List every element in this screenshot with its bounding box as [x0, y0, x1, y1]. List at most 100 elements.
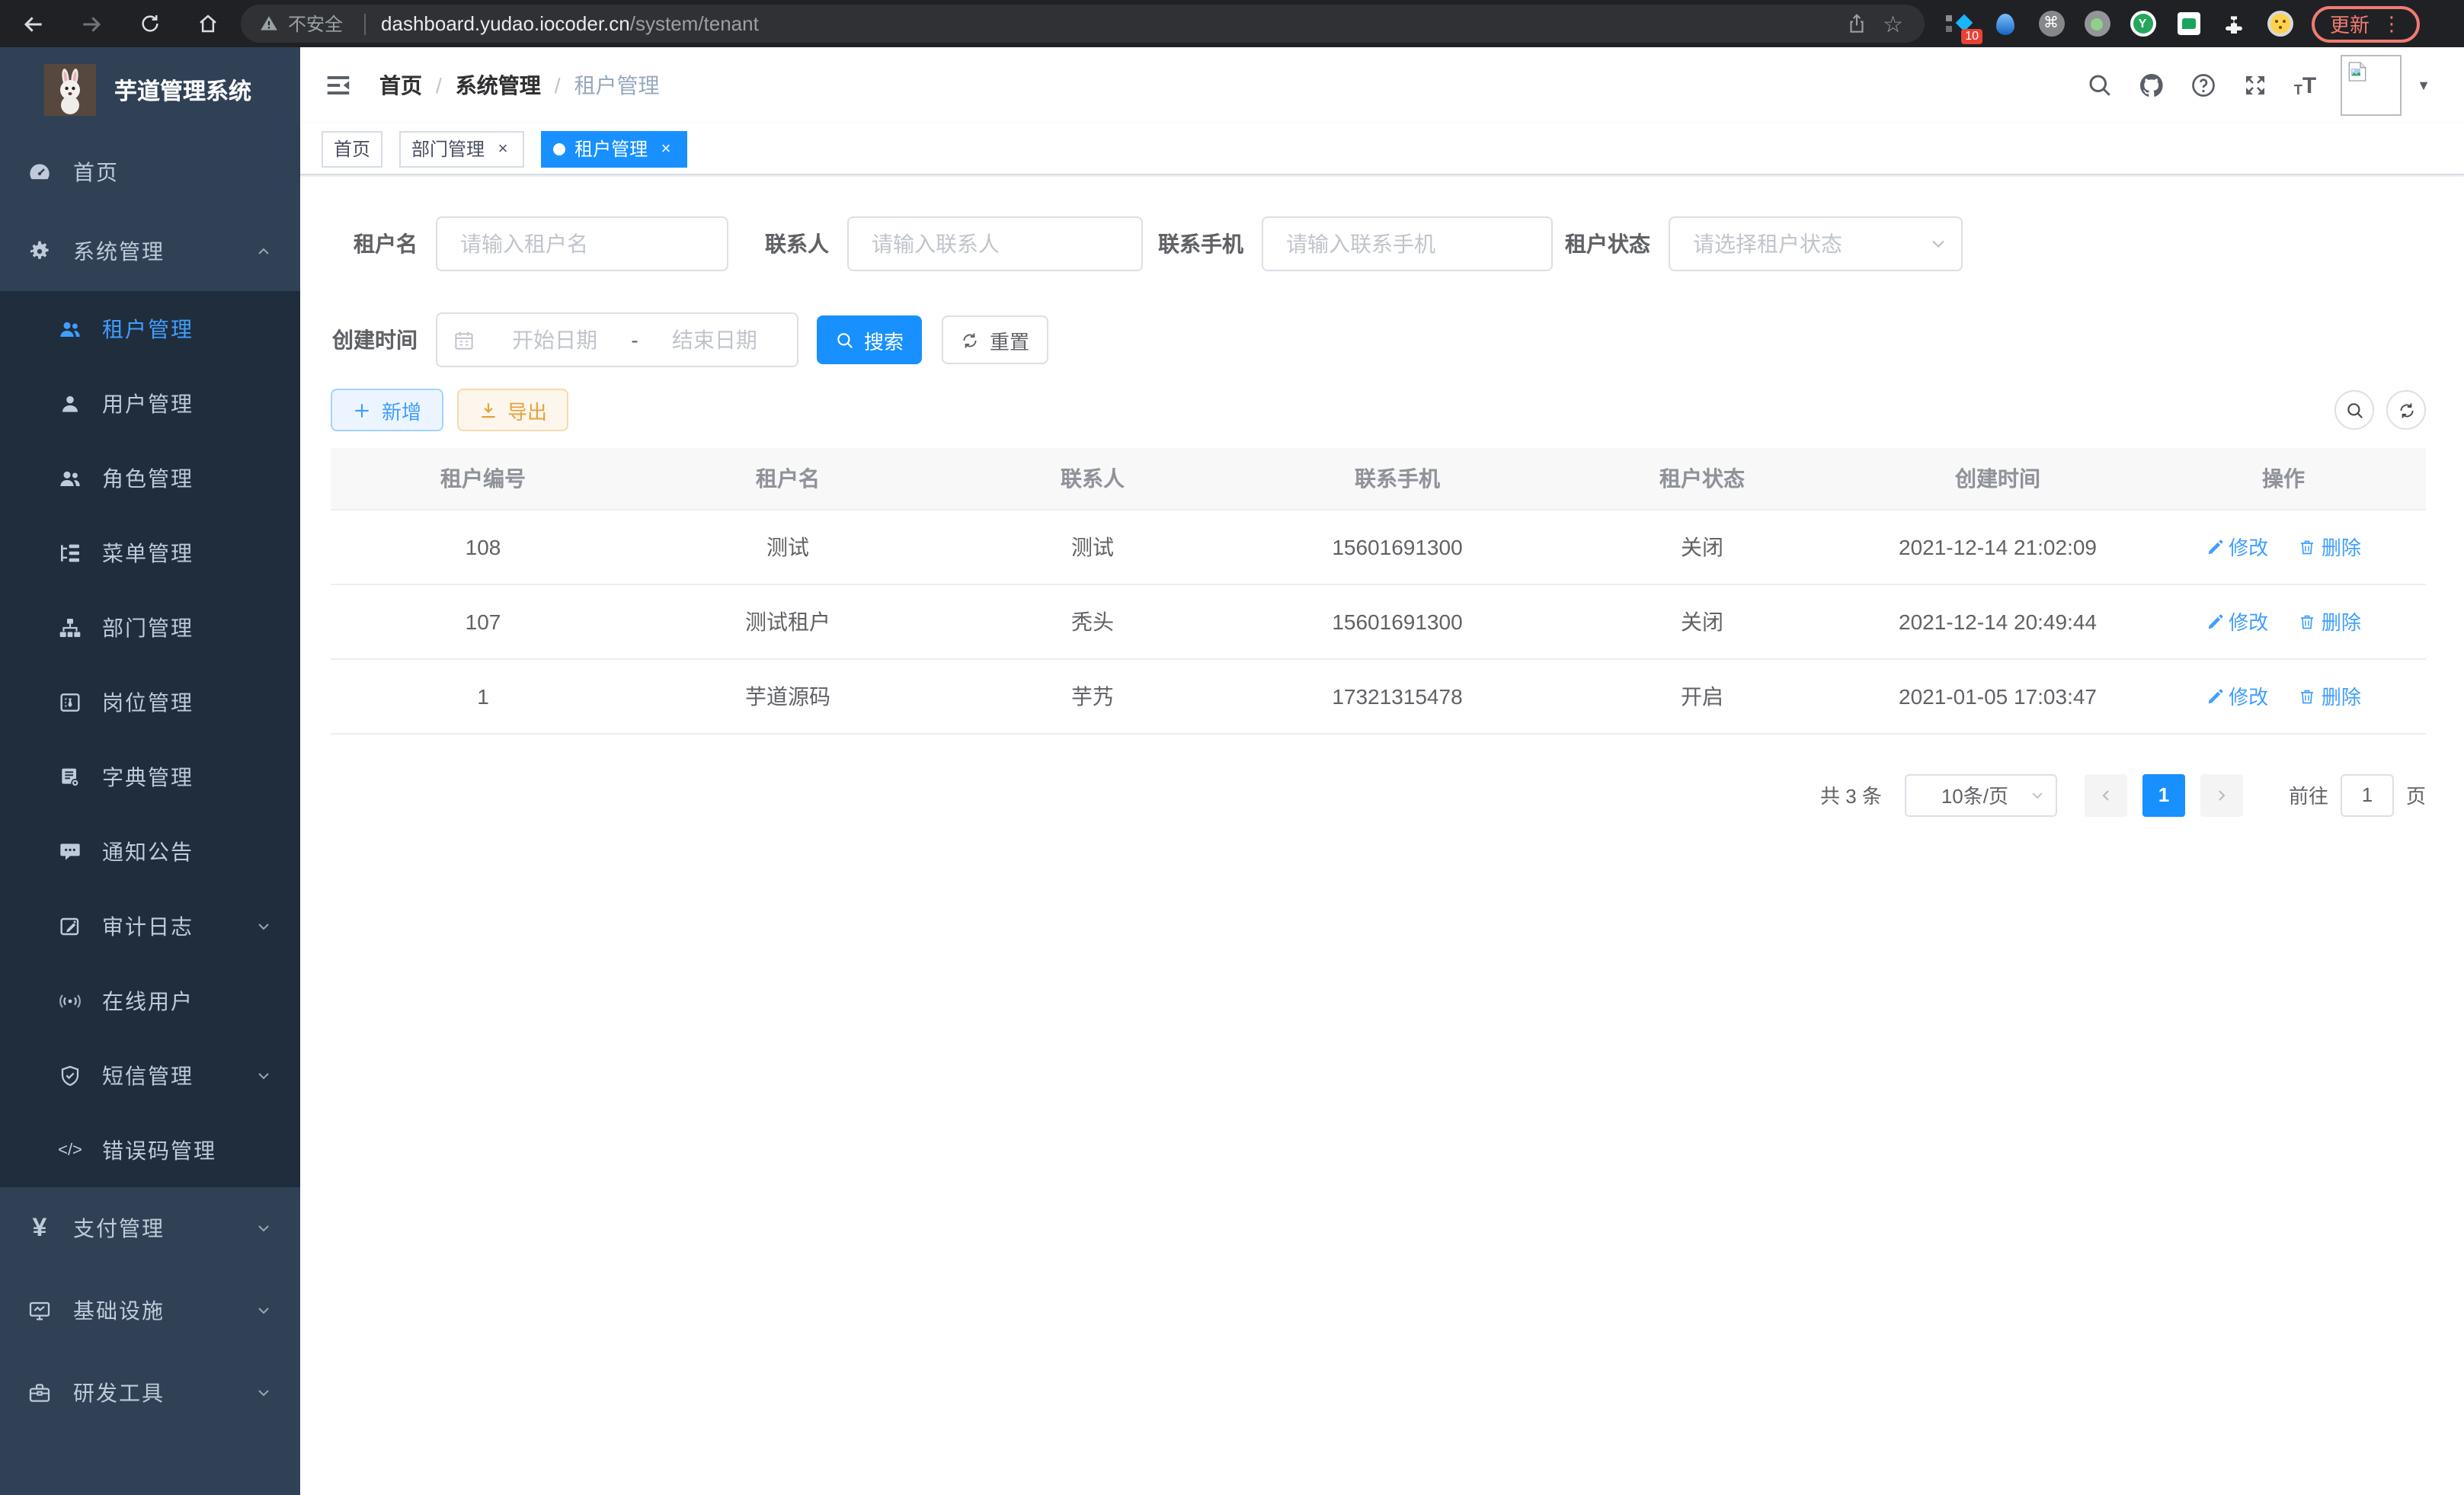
github-icon[interactable]: [2139, 72, 2166, 99]
code-icon: </>: [58, 1141, 82, 1159]
bookmark-star-icon[interactable]: ☆: [1883, 10, 1903, 37]
sidebar-item-user[interactable]: 用户管理: [0, 366, 300, 440]
search-button[interactable]: 搜索: [817, 315, 922, 364]
tenant-name-label: 租户名: [354, 229, 418, 259]
sidebar-item-system[interactable]: 系统管理: [0, 212, 300, 291]
edit-icon: [2206, 612, 2224, 630]
cell-contact: 芋艿: [940, 658, 1245, 733]
chevron-right-icon: [2213, 786, 2231, 804]
end-date-placeholder[interactable]: 结束日期: [648, 325, 782, 355]
home-icon[interactable]: [189, 5, 226, 42]
chevron-down-icon: [254, 1066, 273, 1084]
edit-button[interactable]: 修改: [2206, 681, 2268, 710]
show-search-button[interactable]: [2334, 390, 2374, 430]
sidebar-item-dev-tools[interactable]: 研发工具: [0, 1352, 300, 1434]
close-icon[interactable]: ×: [494, 139, 512, 158]
cell-name: 测试租户: [635, 584, 940, 658]
extension-emoji-icon[interactable]: [2266, 10, 2293, 37]
logo[interactable]: 芋道管理系统: [0, 47, 300, 133]
status-select[interactable]: 请选择租户状态: [1669, 216, 1963, 271]
tenant-name-input[interactable]: [436, 216, 728, 271]
contact-label: 联系人: [765, 229, 829, 259]
delete-button[interactable]: 删除: [2299, 532, 2361, 561]
font-size-icon[interactable]: TT: [2294, 74, 2316, 97]
add-button[interactable]: 新增: [331, 389, 443, 431]
extension-balloon-icon[interactable]: [1992, 10, 2019, 37]
total-count: 共 3 条: [1820, 780, 1882, 809]
sidebar-item-dict[interactable]: 字典管理: [0, 739, 300, 814]
sidebar-item-menu[interactable]: 菜单管理: [0, 515, 300, 590]
column-header: 租户编号: [331, 448, 635, 509]
contact-input[interactable]: [847, 216, 1143, 271]
export-button[interactable]: 导出: [457, 389, 568, 431]
cell-actions: 修改 删除: [2141, 509, 2426, 584]
browser-window: 不安全 dashboard.yudao.iocoder.cn/system/te…: [0, 0, 2464, 1495]
sidebar-item-notice[interactable]: 通知公告: [0, 814, 300, 888]
page-number-1[interactable]: 1: [2142, 773, 2185, 816]
chevron-down-icon: [254, 917, 273, 935]
app-title: 芋道管理系统: [114, 74, 251, 106]
trash-icon: [2299, 687, 2317, 705]
goto-page-input[interactable]: [2341, 773, 2394, 816]
sidebar-item-error-code[interactable]: </>错误码管理: [0, 1112, 300, 1187]
browser-menu-icon[interactable]: ⋮: [2382, 11, 2402, 36]
mobile-input[interactable]: [1262, 216, 1553, 271]
sidebar-item-sms[interactable]: 短信管理: [0, 1038, 300, 1112]
cell-status: 开启: [1550, 658, 1854, 733]
avatar[interactable]: [2341, 55, 2402, 116]
cell-id: 1: [331, 658, 635, 733]
share-icon[interactable]: [1845, 12, 1867, 35]
sidebar-item-tenant[interactable]: 租户管理: [0, 291, 300, 366]
extension-tabs-icon[interactable]: 10: [1946, 10, 1973, 37]
prev-page-button[interactable]: [2085, 773, 2127, 816]
browser-update-button[interactable]: 更新 ⋮: [2312, 5, 2420, 42]
create-time-label: 创建时间: [332, 325, 418, 355]
close-icon[interactable]: ×: [657, 139, 675, 158]
table-tools: [2334, 390, 2426, 430]
breadcrumb-current: 租户管理: [574, 70, 660, 101]
breadcrumb-home[interactable]: 首页: [379, 70, 422, 101]
edit-button[interactable]: 修改: [2206, 607, 2268, 635]
delete-button[interactable]: 删除: [2299, 681, 2361, 710]
extension-chat-icon[interactable]: [2174, 10, 2202, 37]
page-content: 租户名 联系人 联系手机 租户状态 请选择租户状态 创建时间: [300, 177, 2464, 1495]
sidebar-item-infra[interactable]: 基础设施: [0, 1269, 300, 1352]
column-header: 联系手机: [1245, 448, 1550, 509]
tab-tenant[interactable]: 租户管理×: [541, 130, 687, 167]
reload-icon[interactable]: [131, 5, 168, 42]
divider: [364, 13, 366, 34]
tab-home[interactable]: 首页: [322, 130, 382, 167]
sidebar-item-pay[interactable]: ¥支付管理: [0, 1187, 300, 1269]
sidebar-item-role[interactable]: 角色管理: [0, 440, 300, 515]
caret-down-icon[interactable]: ▼: [2417, 78, 2430, 93]
page-size-select[interactable]: 10条/页: [1905, 773, 2057, 816]
sidebar-item-audit-log[interactable]: 审计日志: [0, 888, 300, 963]
extension-dot-icon[interactable]: [2083, 10, 2110, 37]
date-range-picker[interactable]: 开始日期 - 结束日期: [436, 312, 798, 367]
breadcrumb-system[interactable]: 系统管理: [456, 70, 541, 101]
delete-button[interactable]: 删除: [2299, 607, 2361, 635]
sidebar-item-home[interactable]: 首页: [0, 133, 300, 212]
start-date-placeholder[interactable]: 开始日期: [488, 325, 622, 355]
next-page-button[interactable]: [2200, 773, 2243, 816]
column-header: 创建时间: [1854, 448, 2141, 509]
sidebar-item-dept[interactable]: 部门管理: [0, 590, 300, 664]
extension-command-icon[interactable]: ⌘: [2037, 10, 2065, 37]
reset-button[interactable]: 重置: [942, 315, 1048, 364]
url-bar[interactable]: 不安全 dashboard.yudao.iocoder.cn/system/te…: [241, 5, 1925, 43]
breadcrumb: 首页 / 系统管理 / 租户管理: [379, 70, 660, 101]
extension-y-icon[interactable]: Y: [2129, 10, 2156, 37]
search-icon[interactable]: [2087, 72, 2114, 99]
back-icon[interactable]: [15, 5, 52, 42]
forward-icon[interactable]: [73, 5, 110, 42]
help-icon[interactable]: [2190, 72, 2218, 99]
sidebar-item-post[interactable]: 岗位管理: [0, 664, 300, 739]
extension-puzzle-icon[interactable]: [2220, 10, 2248, 37]
edit-button[interactable]: 修改: [2206, 532, 2268, 561]
sidebar-collapse-icon[interactable]: [325, 72, 352, 99]
refresh-icon: [961, 330, 981, 350]
refresh-button[interactable]: [2386, 390, 2426, 430]
sidebar-item-online-user[interactable]: 在线用户: [0, 963, 300, 1038]
fullscreen-icon[interactable]: [2242, 72, 2270, 99]
tab-dept[interactable]: 部门管理×: [399, 130, 524, 167]
